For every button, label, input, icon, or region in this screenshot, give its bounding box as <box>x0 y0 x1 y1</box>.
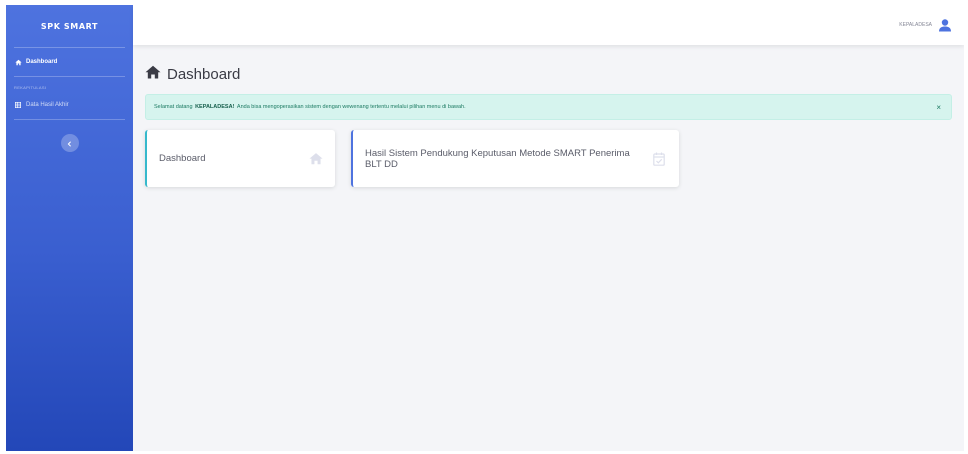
user-icon[interactable] <box>938 18 952 32</box>
result-card[interactable]: Hasil Sistem Pendukung Keputusan Metode … <box>351 130 679 187</box>
dashboard-card[interactable]: Dashboard <box>145 130 335 187</box>
calendar-check-icon <box>653 152 667 166</box>
card-row: Dashboard Hasil Sistem Pendukung Keputus… <box>145 130 952 187</box>
sidebar-item-dashboard[interactable]: Dashboard <box>6 48 133 76</box>
sidebar-toggle-button[interactable] <box>60 134 79 152</box>
app-frame: SPK SMART Dashboard Rekapitulasi Data Ha… <box>6 5 964 451</box>
sidebar: SPK SMART Dashboard Rekapitulasi Data Ha… <box>6 5 133 451</box>
page-title-text: Dashboard <box>167 65 241 83</box>
home-icon <box>14 58 22 66</box>
main-content: Dashboard Selamat datang KEPALADESA! And… <box>133 45 964 451</box>
sidebar-divider <box>14 119 125 120</box>
alert-close-button[interactable]: × <box>936 103 941 112</box>
sidebar-item-label: Data Hasil Akhir <box>26 102 69 108</box>
alert-prefix: Selamat datang <box>154 104 193 110</box>
chevron-left-icon <box>67 134 72 152</box>
alert-user: KEPALADESA! <box>195 104 235 110</box>
sidebar-item-label: Dashboard <box>26 59 58 65</box>
topbar: KEPALADESA <box>133 5 964 45</box>
sidebar-item-data-hasil-akhir[interactable]: Data Hasil Akhir <box>6 91 133 119</box>
welcome-alert: Selamat datang KEPALADESA! Anda bisa men… <box>145 94 952 120</box>
brand-logo[interactable]: SPK SMART <box>6 5 133 47</box>
card-label: Hasil Sistem Pendukung Keputusan Metode … <box>365 147 630 170</box>
table-icon <box>14 101 22 109</box>
sidebar-heading: Rekapitulasi <box>14 85 47 90</box>
card-label: Dashboard <box>159 153 206 164</box>
home-icon <box>309 152 323 166</box>
home-icon <box>145 65 161 83</box>
alert-message: Anda bisa mengoperasikan sistem dengan w… <box>236 104 466 110</box>
user-name[interactable]: KEPALADESA <box>899 22 932 28</box>
page-title: Dashboard <box>145 63 952 85</box>
